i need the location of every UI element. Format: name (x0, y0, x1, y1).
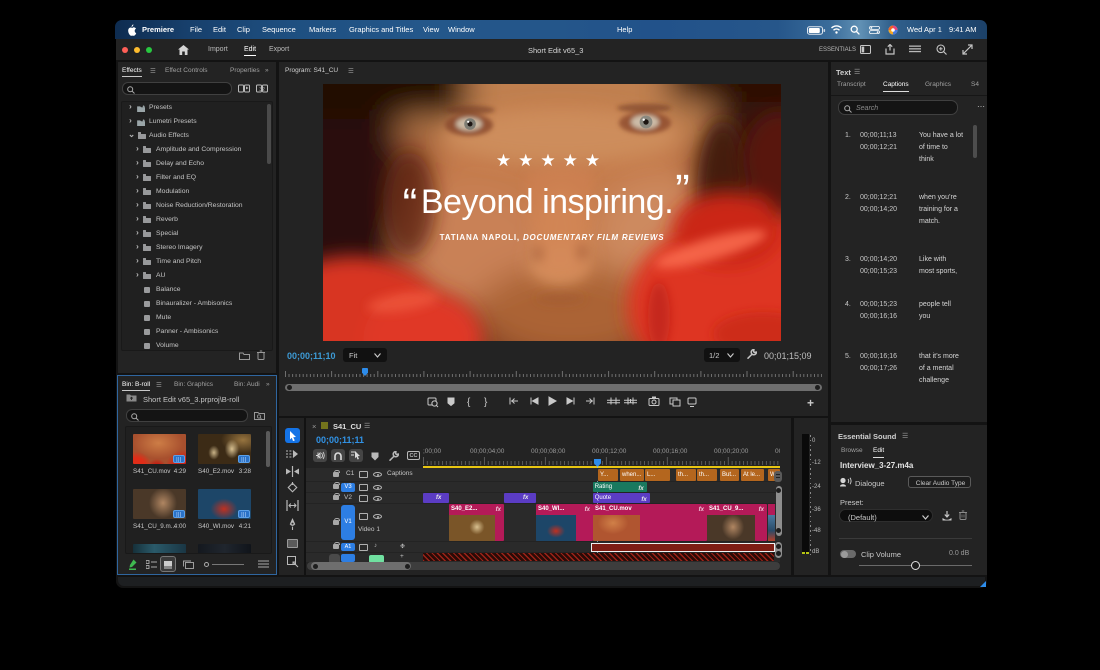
svg-text:32: 32 (259, 87, 265, 93)
svg-text:}: } (484, 397, 488, 408)
svg-text:{: { (467, 397, 471, 408)
